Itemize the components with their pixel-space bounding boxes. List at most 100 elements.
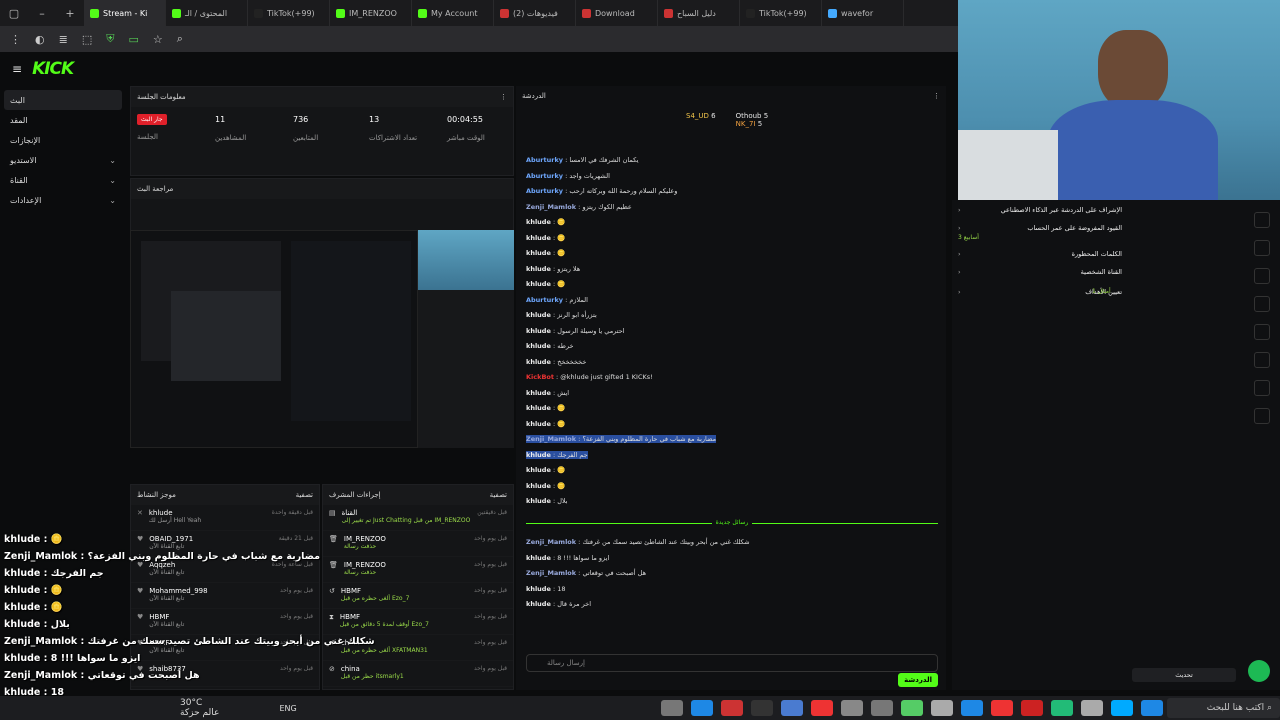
chat-username[interactable]: Aburturky [526,187,563,195]
chat-username[interactable]: Zenji_Mamlok [526,203,576,211]
mod-tool-item[interactable]: › القيود المفروضة على عمر الحساب [958,224,1122,232]
mod-action-row[interactable]: 🗑 IM_RENZOO حذفت رسالة قبل يوم واحد [323,531,513,557]
mod-tool-item[interactable]: › القناة الشخصية [958,268,1122,276]
help-icon[interactable] [1248,660,1270,682]
chat-username[interactable]: khlude [526,420,551,428]
chat-username[interactable]: khlude [526,218,551,226]
taskbar-app-icon[interactable] [690,700,713,716]
chat-username[interactable]: khlude [526,389,551,397]
lang-indicator[interactable]: ENG [279,704,296,713]
taskbar-app-icon[interactable] [990,700,1013,716]
stream-preview[interactable] [130,230,514,448]
mod-side-icon[interactable] [1254,324,1270,340]
taskbar-app-icon[interactable] [840,700,863,716]
search-icon[interactable]: ⌕ [177,32,183,46]
sidebar-item[interactable]: الاستديو ⌄ [4,150,122,170]
mod-side-icon[interactable] [1254,212,1270,228]
mod-action-row[interactable]: ⧗ HBMF أوقف لمدة 5 دقائق من قبل Ezo_7 قبل ي… [323,609,513,635]
browser-tab[interactable]: Download [576,0,658,26]
extension-icon[interactable]: ⬚ [82,33,92,46]
taskbar-app-icon[interactable] [930,700,953,716]
mod-action-row[interactable]: ⊘ china حظر من قبل itsmarly1 قبل يوم واحد [323,661,513,687]
mod-action-row[interactable]: ↺ HBMF ألغى حظره من قبل Ezo_7 قبل يوم واحد [323,583,513,609]
chat-username[interactable]: KickBot [526,373,554,381]
star-icon[interactable]: ☆ [153,33,163,46]
taskbar-app-icon[interactable] [750,700,773,716]
chat-username[interactable]: khlude [526,600,551,608]
browser-tab[interactable]: Stream - Ki [84,0,166,26]
mod-side-icon[interactable] [1254,268,1270,284]
new-tab-button[interactable]: + [56,7,84,20]
sidebar-item[interactable]: الإنجازات [4,130,122,150]
browser-tab[interactable]: IM_RENZOO [330,0,412,26]
sidebar-item[interactable]: المقد [4,110,122,130]
shield-icon[interactable]: ⛨ [106,32,114,46]
update-button[interactable]: تحديث [1132,668,1236,682]
browser-tab[interactable]: My Account [412,0,494,26]
window-controls[interactable]: ▢ [0,7,28,20]
browser-tab[interactable]: فيديوهات (2) [494,0,576,26]
chat-username[interactable]: khlude [526,311,551,319]
chat-input[interactable]: إرسال رسالة [526,654,938,672]
browser-tab[interactable]: TikTok(+99) [248,0,330,26]
mod-side-icon[interactable] [1254,296,1270,312]
chat-username[interactable]: khlude [526,585,551,593]
chat-username[interactable]: Aburturky [526,172,563,180]
more-icon[interactable]: ⋮ [933,92,940,100]
mod-side-icon[interactable] [1254,240,1270,256]
taskbar-app-icon[interactable] [1050,700,1073,716]
chat-username[interactable]: khlude [526,451,551,459]
kick-logo[interactable]: KICK [32,59,74,79]
chat-username[interactable]: Zenji_Mamlok [526,569,576,577]
reader-icon[interactable]: ≣ [59,33,68,46]
mod-action-row[interactable]: ▤ القناة تم تغيير إلى Just Chatting من قبل… [323,505,513,531]
browser-tab[interactable]: TikTok(+99) [740,0,822,26]
weather[interactable]: 30°C عالم حزكة [180,698,219,718]
chat-username[interactable]: khlude [526,342,551,350]
browser-tab[interactable]: دليل السباح [658,0,740,26]
browser-tab[interactable]: wavefor [822,0,904,26]
mod-action-row[interactable]: 🗑 IM_RENZOO حذفت رسالة قبل يوم واحد [323,557,513,583]
chat-username[interactable]: khlude [526,280,551,288]
minimize-button[interactable]: – [28,7,56,20]
chat-username[interactable]: khlude [526,249,551,257]
taskbar-app-icon[interactable] [1140,700,1163,716]
chat-username[interactable]: Zenji_Mamlok [526,538,576,546]
taskbar-app-icon[interactable] [870,700,893,716]
mod-tool-item[interactable]: › الكلمات المحظورة [958,250,1122,258]
chat-username[interactable]: Aburturky [526,296,563,304]
chat-username[interactable]: khlude [526,358,551,366]
activity-row[interactable]: ✕ khlude أرسل لك Hell Yeah قبل دقيقة واحدة [131,505,319,531]
browser-tab[interactable]: المحتوى / الـ [166,0,248,26]
hamburger-icon[interactable]: ≡ [12,62,22,76]
taskbar-app-icon[interactable] [780,700,803,716]
chat-username[interactable]: Zenji_Mamlok [526,435,576,443]
taskbar-app-icon[interactable] [660,700,683,716]
battery-icon[interactable]: ▭ [128,33,138,46]
chat-username[interactable]: khlude [526,554,551,562]
logo-icon[interactable]: ◐ [35,33,45,46]
taskbar-app-icon[interactable] [1110,700,1133,716]
sidebar-item[interactable]: الإعدادات ⌄ [4,190,122,210]
taskbar-app-icon[interactable] [720,700,743,716]
menu-icon[interactable]: ⋮ [10,33,21,46]
chat-username[interactable]: khlude [526,327,551,335]
modactions-filter[interactable]: تصفية [490,491,507,499]
chat-send-button[interactable]: الدردشة [898,673,938,687]
taskbar-app-icon[interactable] [810,700,833,716]
sidebar-item[interactable]: البث [4,90,122,110]
more-icon[interactable]: ⋮ [500,93,507,101]
chat-username[interactable]: khlude [526,404,551,412]
activity-filter[interactable]: تصفية [296,491,313,499]
taskbar-search[interactable]: اكتب هنا للبحث ⌕ [1166,698,1280,718]
chat-username[interactable]: khlude [526,482,551,490]
sidebar-item[interactable]: القناة ⌄ [4,170,122,190]
taskbar-app-icon[interactable] [1080,700,1103,716]
taskbar-app-icon[interactable] [1020,700,1043,716]
chat-username[interactable]: khlude [526,497,551,505]
chat-username[interactable]: khlude [526,265,551,273]
mod-side-icon[interactable] [1254,380,1270,396]
chat-username[interactable]: khlude [526,234,551,242]
mod-side-icon[interactable] [1254,352,1270,368]
chat-username[interactable]: khlude [526,466,551,474]
